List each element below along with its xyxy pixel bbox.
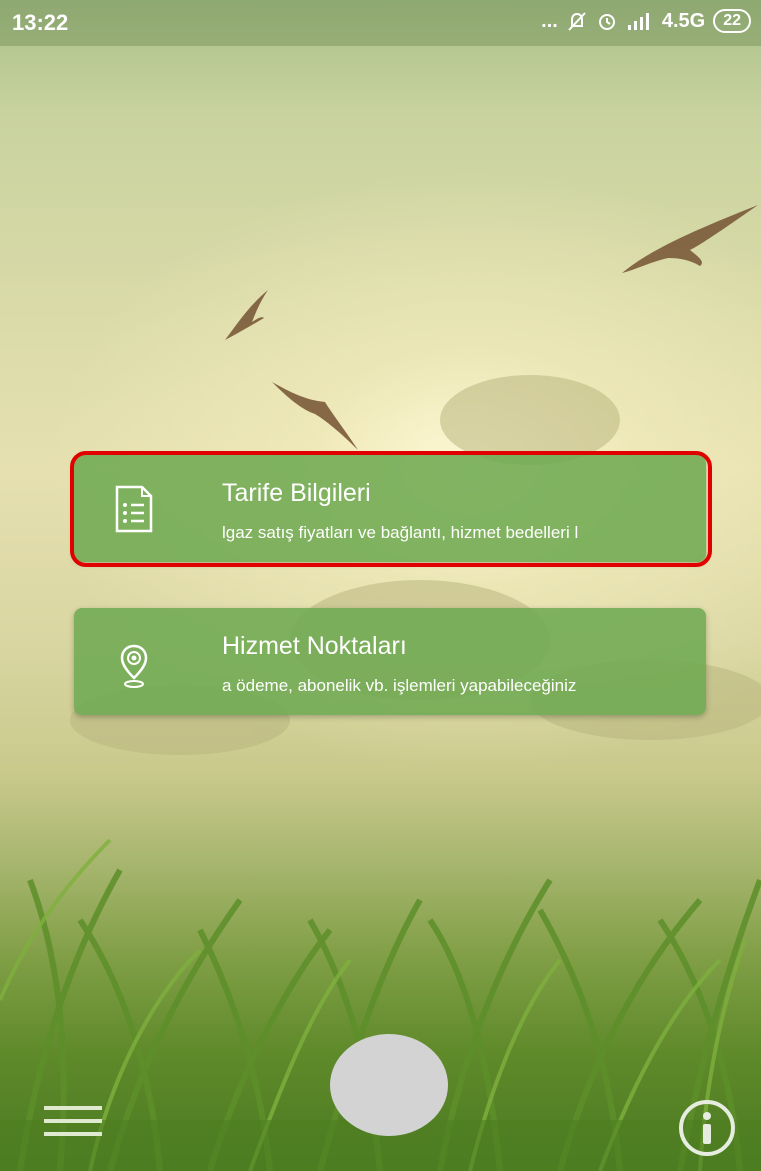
network-type: 4.5G [661, 9, 706, 32]
mute-bell-icon [568, 12, 586, 31]
status-time: 13:22 [12, 10, 69, 35]
nature-background [0, 0, 761, 1171]
more-dots-icon: ... [541, 9, 558, 32]
signal-icon [627, 13, 649, 30]
card-subtitle: a ödeme, abonelik vb. işlemleri yapabile… [222, 676, 577, 695]
document-list-icon [115, 485, 153, 533]
location-pin-icon [120, 644, 148, 688]
app-screen: 13:22 ... 4.5G 22 Tarife Bilgileri lgaz … [0, 0, 761, 1171]
hamburger-menu-icon[interactable] [44, 1106, 102, 1142]
center-action-button[interactable] [330, 1034, 448, 1136]
hizmet-noktalari-card[interactable]: Hizmet Noktaları a ödeme, abonelik vb. i… [74, 608, 706, 715]
alarm-icon [598, 14, 615, 30]
card-title: Hizmet Noktaları [222, 632, 407, 660]
card-subtitle: lgaz satış fiyatları ve bağlantı, hizmet… [222, 523, 579, 542]
status-bar: 13:22 ... 4.5G 22 [0, 0, 761, 46]
card-title: Tarife Bilgileri [222, 479, 371, 507]
battery-indicator: 22 [713, 9, 751, 33]
background-illustration [0, 205, 761, 1171]
status-icons: ... 4.5G 22 [541, 9, 751, 33]
tarife-bilgileri-card[interactable]: Tarife Bilgileri lgaz satış fiyatları ve… [74, 455, 706, 562]
info-icon[interactable] [677, 1098, 737, 1158]
